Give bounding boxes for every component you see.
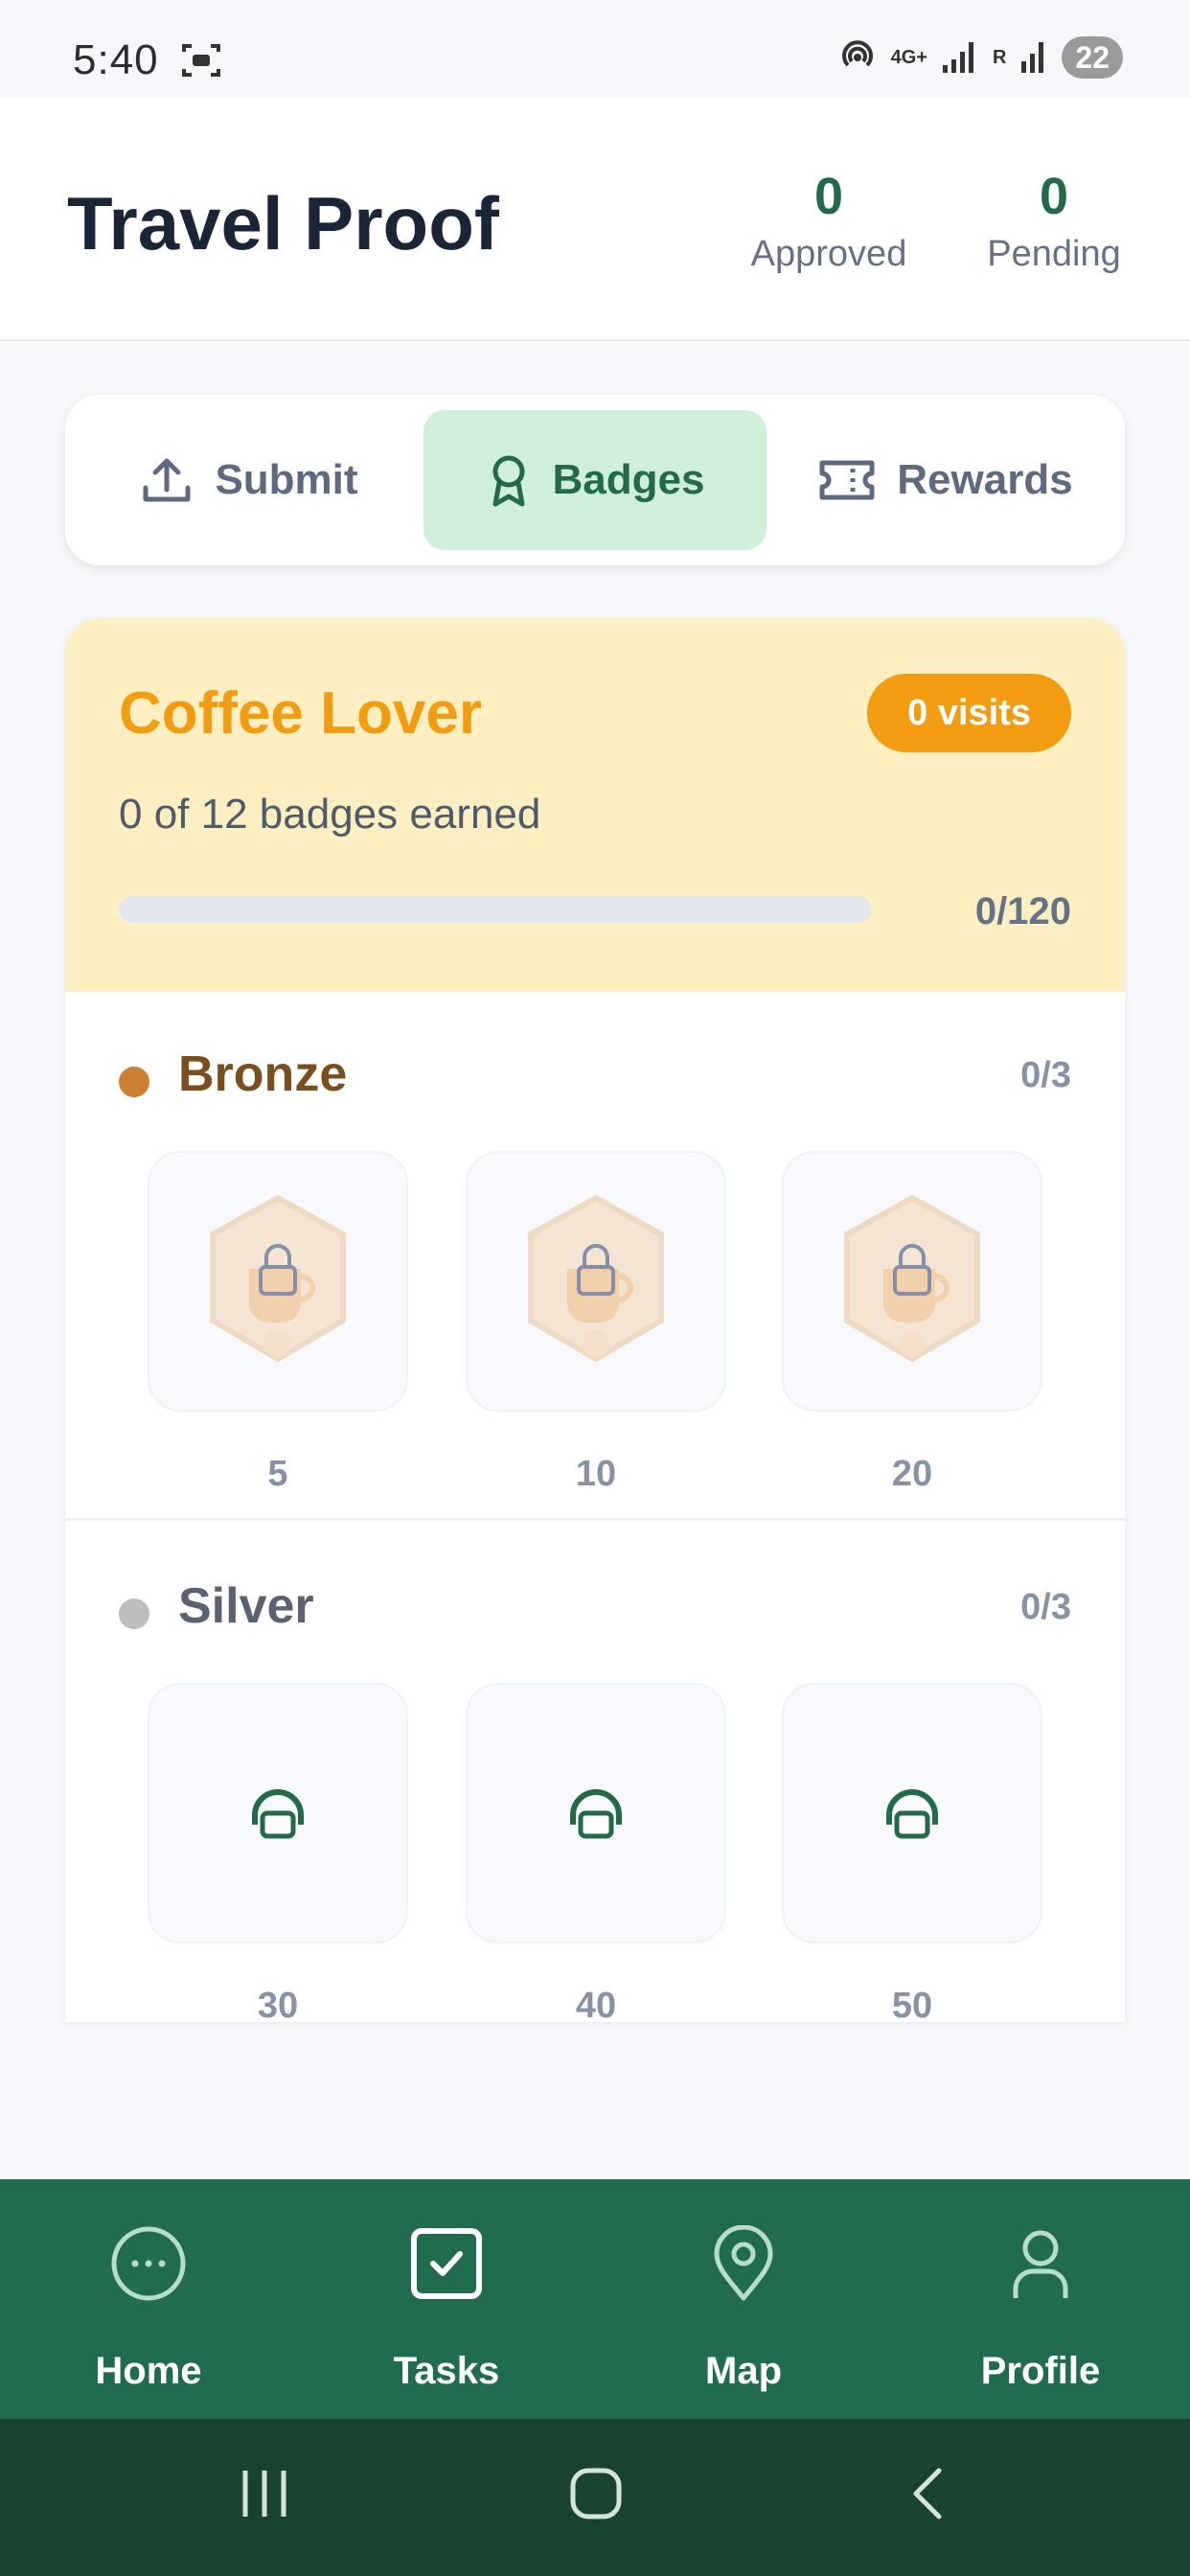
lock-icon [252, 1789, 304, 1839]
section-tabs: Submit Badges Rewards [65, 395, 1125, 565]
map-pin-icon [714, 2225, 773, 2301]
signal-icon-2 [1021, 42, 1044, 73]
badge-threshold-label: 5 [267, 1454, 288, 1494]
pending-count: 0 [1039, 168, 1069, 225]
pending-label: Pending [987, 234, 1121, 274]
page-title: Travel Proof [67, 181, 499, 265]
tier-name: Silver [178, 1578, 314, 1634]
badge-tile[interactable] [466, 1151, 726, 1412]
badge-category-title: Coffee Lover [119, 680, 482, 747]
badge-threshold-label: 50 [891, 1986, 933, 2022]
locked-coffee-badge-icon [528, 1194, 664, 1363]
locked-coffee-badge-icon [844, 1194, 980, 1363]
back-icon[interactable] [901, 2465, 958, 2522]
approved-count: 0 [813, 168, 844, 225]
approved-label: Approved [750, 234, 907, 274]
status-icons: 4G+ R 22 [837, 34, 1123, 80]
tier-count: 0/3 [1020, 1055, 1071, 1095]
tier-bronze: Bronze 0/3 5 10 20 [65, 992, 1125, 1521]
tier-silver: Silver 0/3 30 40 50 [65, 1524, 1125, 2022]
badge-threshold-label: 40 [575, 1986, 617, 2022]
user-icon [1013, 2230, 1068, 2298]
nav-profile[interactable]: Profile [892, 2179, 1189, 2419]
badge-tile[interactable] [148, 1151, 408, 1412]
status-bar: 5:40 4G+ R 22 [0, 0, 1190, 98]
ticket-icon [819, 460, 875, 500]
locked-coffee-badge-icon [210, 1194, 346, 1363]
tab-badges-label: Badges [552, 456, 705, 503]
checkbox-icon [411, 2228, 482, 2299]
nav-tasks-label: Tasks [393, 2350, 500, 2392]
badge-tile[interactable] [782, 1151, 1042, 1412]
progress-text: 0/120 [974, 890, 1071, 932]
tier-name: Bronze [178, 1046, 348, 1102]
badge-progress-bar [119, 896, 872, 923]
tab-rewards-label: Rewards [897, 456, 1073, 503]
home-dots-icon [111, 2226, 186, 2301]
home-button-icon[interactable] [567, 2465, 625, 2522]
badge-tile[interactable] [466, 1683, 726, 1944]
app-header: Travel Proof 0 Approved 0 Pending [0, 98, 1190, 341]
badge-card-header: Coffee Lover 0 visits 0 of 12 badges ear… [65, 618, 1125, 992]
upload-icon [143, 458, 191, 502]
badge-tile[interactable] [148, 1683, 408, 1944]
tab-rewards[interactable]: Rewards [778, 410, 1113, 550]
recent-apps-icon[interactable] [236, 2465, 293, 2522]
tab-badges[interactable]: Badges [423, 410, 767, 550]
tier-count: 0/3 [1020, 1587, 1071, 1627]
award-icon [492, 455, 525, 507]
tier-dot [119, 1067, 149, 1097]
tab-submit-label: Submit [215, 456, 358, 503]
system-nav-bar [0, 2419, 1190, 2576]
battery-indicator: 22 [1062, 36, 1123, 79]
nav-map[interactable]: Map [595, 2179, 892, 2419]
tab-submit[interactable]: Submit [84, 410, 414, 550]
roaming-indicator: R [992, 47, 1007, 68]
badge-threshold-label: 30 [257, 1986, 299, 2022]
tier-dot [119, 1598, 149, 1629]
hotspot-icon [841, 40, 873, 67]
pending-stat: 0 Pending [968, 167, 1140, 275]
badge-tile[interactable] [782, 1683, 1042, 1944]
nav-tasks[interactable]: Tasks [298, 2179, 595, 2419]
lock-icon [886, 1789, 938, 1839]
nav-map-label: Map [705, 2350, 782, 2392]
badges-earned-text: 0 of 12 badges earned [119, 791, 541, 838]
nav-home-label: Home [95, 2350, 202, 2392]
badge-threshold-label: 10 [575, 1454, 617, 1494]
bottom-nav: Home Tasks Map Profile [0, 2179, 1190, 2419]
screen-record-icon [182, 44, 220, 77]
badge-category-card: Coffee Lover 0 visits 0 of 12 badges ear… [65, 618, 1125, 2022]
approved-stat: 0 Approved [738, 167, 920, 275]
visits-badge: 0 visits [867, 674, 1071, 752]
status-time: 5:40 [73, 36, 159, 83]
lock-icon [570, 1789, 622, 1839]
nav-home[interactable]: Home [0, 2179, 297, 2419]
network-type: 4G+ [890, 47, 927, 68]
nav-profile-label: Profile [980, 2350, 1101, 2392]
signal-icon [942, 42, 973, 73]
badge-threshold-label: 20 [891, 1454, 933, 1494]
